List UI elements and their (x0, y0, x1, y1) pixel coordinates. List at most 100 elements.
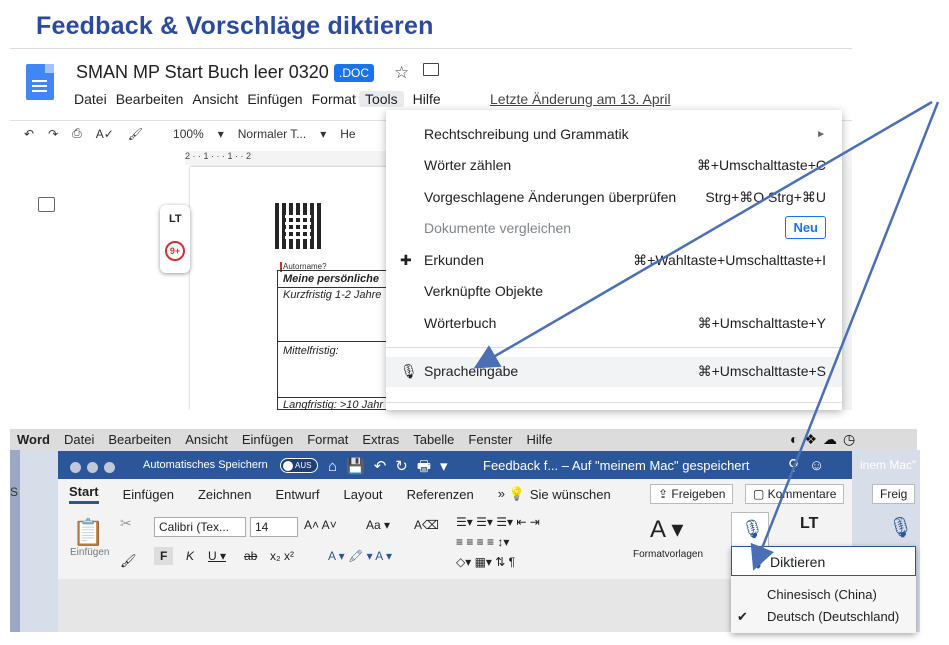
ghost-title: inem Mac" ge (860, 458, 933, 472)
font-select[interactable]: Calibri (Tex... (154, 517, 246, 537)
menu-tools[interactable]: Tools (358, 91, 404, 107)
language-option[interactable]: Chinesisch (China) (767, 587, 877, 602)
submenu-arrow-icon: ► (816, 129, 826, 140)
menu-extras[interactable]: Extras (362, 432, 399, 447)
menu-item-dictionary[interactable]: Wörterbuch ⌘+Umschalttaste+Y (386, 309, 842, 337)
tab-start[interactable]: Start (69, 484, 99, 504)
cut-icon[interactable]: ✂ (120, 515, 132, 532)
autosave-toggle[interactable]: AUS (280, 458, 318, 473)
star-icon[interactable]: ☆ (394, 63, 409, 83)
language-option[interactable]: Deutsch (Deutschland) (767, 609, 899, 624)
word-titlebar: Automatisches Speichern AUS ⌂💾↶↻🖶▾ Feedb… (58, 451, 852, 479)
print-icon[interactable]: ⎙ (72, 126, 82, 141)
font-grow-icon[interactable]: A˄ A˅ (304, 518, 337, 532)
menu-fenster[interactable]: Fenster (468, 432, 512, 447)
change-case-icon[interactable]: Aa ▾ (366, 518, 390, 532)
menu-item-wordcount[interactable]: Wörter zählen ⌘+Umschalttaste+C (386, 151, 842, 179)
zoom-select[interactable]: 100% (173, 127, 204, 141)
menu-item-explore[interactable]: ✚ Erkunden ⌘+Wahltaste+Umschalttaste+I (386, 246, 842, 274)
menu-einfuegen[interactable]: Einfügen (242, 432, 293, 447)
underline-button[interactable]: U ▾ (208, 549, 226, 563)
mac-menubar: Word Datei Bearbeiten Ansicht Einfügen F… (10, 429, 917, 450)
mac-status-icons[interactable]: ◐❖☁◷ (790, 431, 861, 448)
chevron-down-icon[interactable]: ▾ (218, 127, 224, 141)
issues-badge[interactable]: 9+ (165, 241, 185, 261)
menu-bearbeiten[interactable]: Bearbeiten (108, 432, 171, 447)
window-controls[interactable] (70, 460, 121, 478)
menu-datei[interactable]: Datei (74, 91, 107, 107)
styles-icon[interactable]: A ▾ (650, 515, 683, 544)
style-select[interactable]: Normaler T... (238, 127, 306, 141)
chevron-down-icon[interactable]: ▾ (320, 127, 326, 141)
menu-item-review-suggestions[interactable]: Vorgeschlagene Änderungen überprüfen Str… (386, 183, 842, 211)
dictate-item[interactable]: 🎙 Diktieren (731, 546, 916, 576)
italic-button[interactable]: K (186, 549, 194, 563)
quick-access-icons[interactable]: ⌂💾↶↻🖶▾ (328, 456, 457, 481)
text-effects-icon[interactable]: A ▾ 🖍 ▾ A ▾ (328, 549, 392, 563)
menu-tabelle[interactable]: Tabelle (413, 432, 454, 447)
redo-icon[interactable]: ↷ (48, 127, 58, 141)
tab-entwurf[interactable]: Entwurf (275, 487, 319, 502)
close-icon (70, 462, 81, 473)
move-folder-icon[interactable] (423, 63, 439, 76)
last-change-link[interactable]: Letzte Änderung am 13. April (490, 91, 671, 107)
menu-item-linked-objects[interactable]: Verknüpfte Objekte (386, 277, 842, 305)
table-row: Mittelfristig: (283, 345, 339, 357)
search-icon[interactable]: ⚲☺ (788, 456, 834, 474)
tell-me-input[interactable]: Sie wünschen (530, 487, 611, 502)
font-size-select[interactable]: 14 (250, 517, 298, 537)
menu-item-label: Verknüpfte Objekte (424, 283, 544, 299)
doc-title[interactable]: SMAN MP Start Buch leer 0320 (76, 62, 329, 83)
spellcheck-icon[interactable]: A✓ (96, 127, 114, 141)
tab-einfuegen[interactable]: Einfügen (123, 487, 174, 502)
zoom-icon (104, 462, 115, 473)
list-icons[interactable]: ☰▾ ☰▾ ☰▾ ⇤ ⇥ (456, 515, 540, 529)
share-label: Freigeben (671, 487, 726, 501)
undo-icon[interactable]: ↶ (24, 127, 34, 141)
share-button-ghost[interactable]: Freig (872, 484, 916, 504)
menu-item-voice-typing[interactable]: 🎙 Spracheingabe ⌘+Umschalttaste+S (386, 357, 842, 387)
docs-logo-icon[interactable] (26, 64, 54, 100)
menu-ansicht[interactable]: Ansicht (192, 91, 238, 107)
explore-icon: ✚ (400, 252, 412, 268)
menu-bearbeiten[interactable]: Bearbeiten (116, 91, 184, 107)
menu-format[interactable]: Format (307, 432, 348, 447)
outline-icon[interactable] (38, 197, 55, 212)
menu-item-spelling[interactable]: Rechtschreibung und Grammatik ► (386, 120, 842, 148)
paint-format-icon[interactable]: 🖌 (128, 127, 143, 141)
shading-icons[interactable]: ◇▾ ▦▾ ⇅ ¶ (456, 555, 515, 569)
format-painter-icon[interactable]: 🖌 (120, 553, 137, 569)
check-icon: ✔ (737, 609, 748, 624)
tab-referenzen[interactable]: Referenzen (407, 487, 474, 502)
subscript-button[interactable]: x₂ x² (270, 549, 294, 563)
styles-label[interactable]: Formatvorlagen (633, 549, 703, 560)
menu-hilfe[interactable]: Hilfe (527, 432, 553, 447)
document-title[interactable]: Feedback f... – Auf "meinem Mac" gespeic… (483, 458, 749, 473)
menu-format[interactable]: Format (312, 91, 356, 107)
menu-item-label: Erkunden (424, 252, 484, 268)
share-button[interactable]: ⇪ Freigeben (650, 484, 734, 504)
tools-dropdown: Rechtschreibung und Grammatik ► Wörter z… (386, 110, 842, 410)
menu-hilfe[interactable]: Hilfe (413, 91, 441, 107)
tab-zeichnen[interactable]: Zeichnen (198, 487, 251, 502)
menu-ansicht[interactable]: Ansicht (185, 432, 228, 447)
languagetool-icon[interactable]: LT (800, 515, 818, 533)
comments-label: Kommentare (767, 487, 837, 501)
bold-button[interactable]: F (154, 547, 174, 565)
comments-button[interactable]: ▢ Kommentare (745, 484, 845, 504)
dictate-button[interactable]: 🎙 (731, 512, 769, 548)
strikethrough-button[interactable]: ab (244, 549, 257, 563)
shortcut: ⌘+Wahltaste+Umschalttaste+I (633, 252, 826, 268)
paste-label[interactable]: Einfügen (70, 547, 109, 558)
menu-word[interactable]: Word (17, 432, 50, 447)
paste-icon[interactable]: 📋 (72, 517, 104, 548)
tab-layout[interactable]: Layout (344, 487, 383, 502)
microphone-icon[interactable]: 🎙 (888, 515, 913, 540)
menu-datei[interactable]: Datei (64, 432, 94, 447)
languagetool-widget[interactable]: LT 9+ (160, 205, 190, 273)
table-row: Kurzfristig 1-2 Jahre (283, 289, 382, 301)
menu-einfuegen[interactable]: Einfügen (247, 91, 302, 107)
clear-format-icon[interactable]: A⌫ (414, 518, 439, 532)
font-select[interactable]: He (340, 127, 355, 141)
align-icons[interactable]: ≡ ≡ ≡ ≡ ↕▾ (456, 535, 509, 549)
